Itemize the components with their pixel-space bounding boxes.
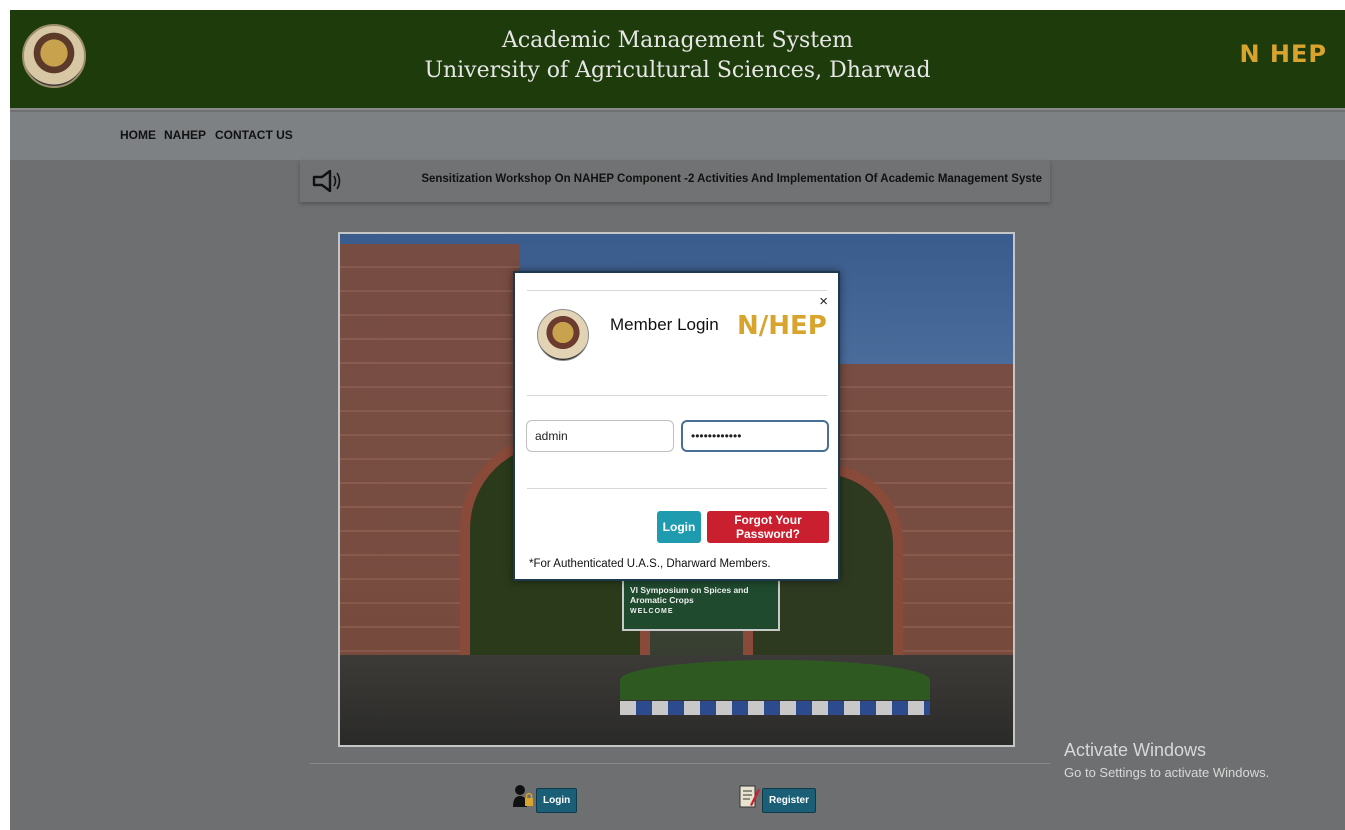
modal-title: Member Login	[610, 315, 719, 334]
login-button[interactable]: Login	[657, 511, 701, 543]
password-input[interactable]	[681, 420, 829, 452]
browser-viewport: Academic Management System University of…	[10, 10, 1345, 830]
user-lock-icon	[513, 785, 533, 807]
footer-register-button[interactable]: Register	[762, 788, 817, 813]
system-title: Academic Management System	[501, 28, 854, 53]
megaphone-icon	[312, 169, 341, 193]
banner-title: VI Symposium on Spices and Aromatic Crop…	[630, 585, 749, 605]
university-seal-icon	[537, 309, 589, 361]
close-icon[interactable]: ×	[819, 293, 828, 310]
site-header: Academic Management System University of…	[10, 10, 1345, 110]
modal-header-divider	[527, 395, 827, 396]
footer-login-button[interactable]: Login	[536, 788, 578, 813]
members-note: *For Authenticated U.A.S., Dharward Memb…	[529, 558, 771, 570]
nav-bar: HOME NAHEP CONTACT US	[10, 112, 1345, 160]
nav-home[interactable]: HOME	[120, 128, 156, 142]
nahep-logo: N HEP	[1239, 40, 1327, 68]
member-login-modal: × Member Login N/HEP Login Forgot Your P…	[513, 271, 840, 581]
banner-welcome: WELCOME	[630, 608, 674, 615]
university-name: University of Agricultural Sciences, Dha…	[424, 58, 931, 83]
painted-curb	[620, 701, 930, 715]
ticker-text[interactable]: Sensitization Workshop On NAHEP Componen…	[360, 173, 1042, 185]
nav-contact-us[interactable]: CONTACT US	[215, 128, 293, 142]
modal-nahep-logo: N/HEP	[737, 311, 827, 341]
nav-nahep[interactable]: NAHEP	[164, 128, 206, 142]
modal-footer-divider	[527, 488, 827, 489]
activate-windows-watermark: Activate Windows Go to Settings to activ…	[1064, 740, 1269, 780]
watermark-title: Activate Windows	[1064, 740, 1207, 760]
username-input[interactable]	[526, 420, 674, 452]
footer-divider	[310, 763, 1050, 764]
register-form-icon	[739, 785, 760, 808]
announcement-ticker: Sensitization Workshop On NAHEP Componen…	[300, 160, 1050, 202]
forgot-password-button[interactable]: Forgot Your Password?	[707, 511, 829, 543]
watermark-subtitle: Go to Settings to activate Windows.	[1064, 765, 1270, 780]
symposium-banner: VI Symposium on Spices and Aromatic Crop…	[622, 579, 780, 631]
hedge	[620, 660, 930, 700]
modal-top-divider	[527, 290, 827, 291]
